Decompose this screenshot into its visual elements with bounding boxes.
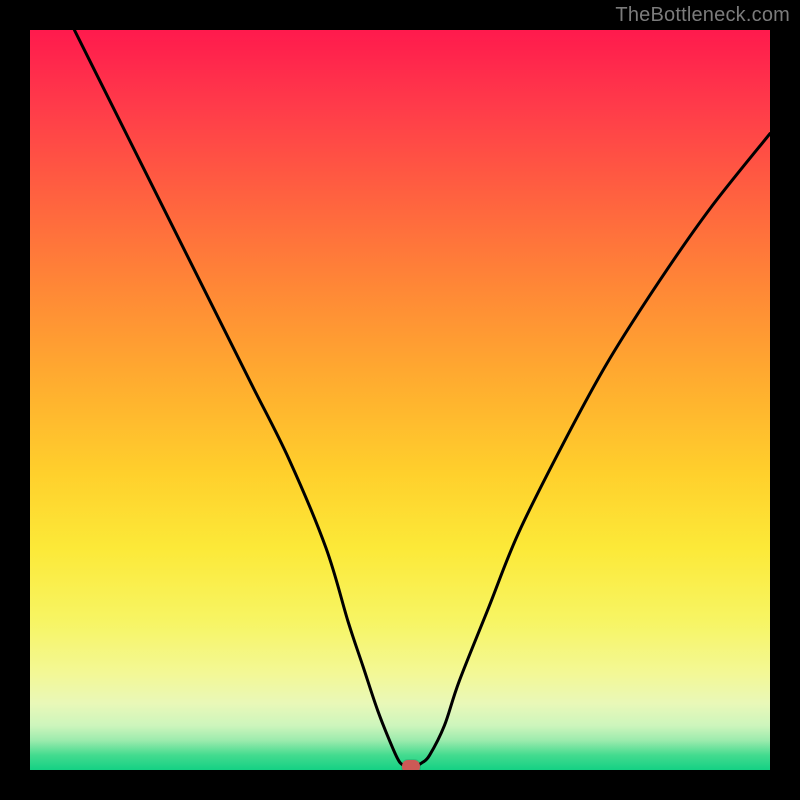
chart-frame: TheBottleneck.com [0, 0, 800, 800]
bottleneck-curve [30, 30, 770, 770]
watermark-label: TheBottleneck.com [615, 4, 790, 27]
marker-dot [402, 760, 420, 770]
plot-area [30, 30, 770, 770]
